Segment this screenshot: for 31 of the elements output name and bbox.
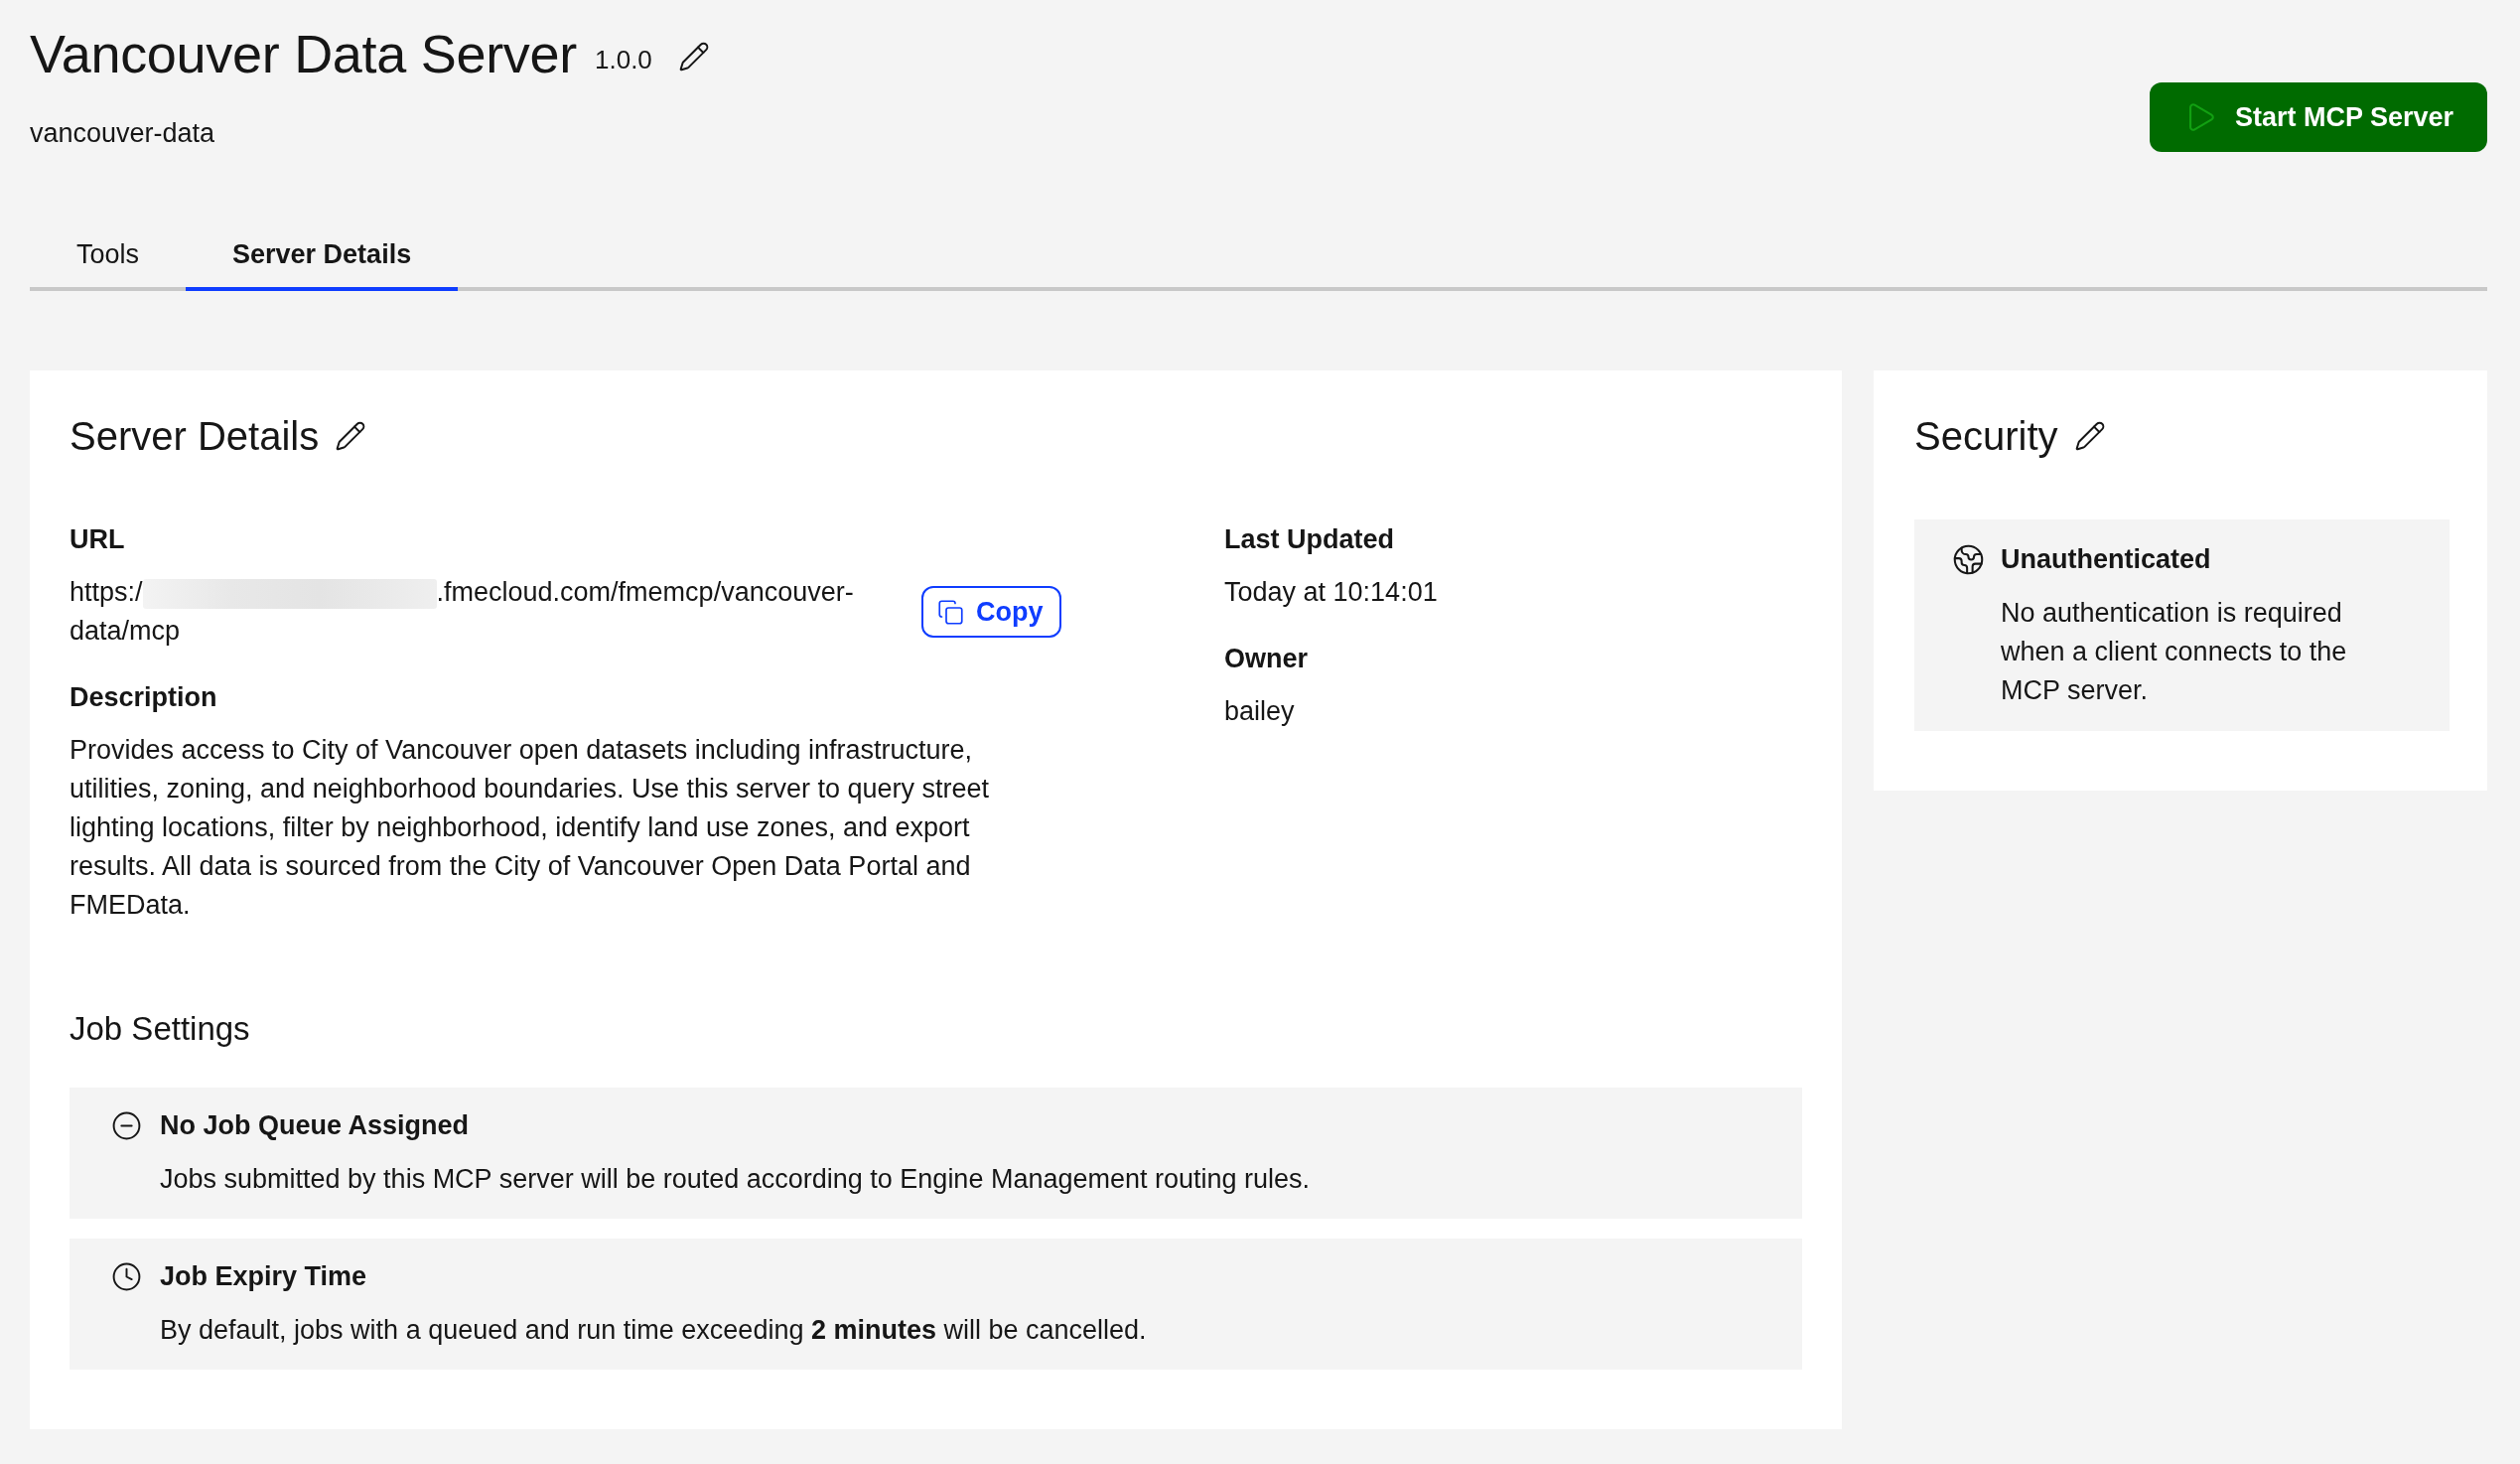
pencil-icon[interactable] <box>677 41 710 73</box>
field-value: Today at 10:14:01 <box>1224 576 1438 609</box>
security-mode-description: No authentication is required when a client connects to the MCP server. <box>2001 597 2348 707</box>
copy-button[interactable]: Copy <box>921 586 1061 638</box>
server-slug: vancouver-data <box>30 117 216 149</box>
setting-title: Job Expiry Time <box>160 1260 368 1293</box>
field-label: Description <box>70 681 217 714</box>
field-label: Owner <box>1224 643 1309 675</box>
clock-icon <box>111 1260 142 1292</box>
card-title: Security <box>1914 413 2058 460</box>
security-mode-title: Unauthenticated <box>2001 543 2212 576</box>
pencil-icon[interactable] <box>2073 420 2106 452</box>
card-title: Server Details <box>70 413 320 460</box>
setting-title: No Job Queue Assigned <box>160 1109 471 1142</box>
minus-circle-icon <box>111 1109 142 1141</box>
field-label: URL <box>70 523 125 556</box>
tab[interactable]: Tools <box>30 221 187 291</box>
start-server-button[interactable]: Start MCP Server <box>2149 82 2487 152</box>
setting-description: By default, jobs with a queued and run time exceeding 2 minutes will be cancelled. <box>160 1314 1148 1347</box>
description-text: Provides access to City of Vancouver open datasets including infrastructure, utilities, zoning, and neighborhood boundaries. Use this server to query street lighting locations, filter by neighborhood, identify land use zones, and export results. All data is sourced from the City of Vancouver Open Data Portal and FMEData. <box>70 734 991 922</box>
url-text: https:/ .fmecloud.com/fmemcp/vancouver-data/mcp <box>70 576 855 648</box>
field-value: bailey <box>1224 695 1295 728</box>
section-title: Job Settings <box>70 1009 251 1049</box>
globe-icon <box>1952 542 1985 576</box>
page-title: Vancouver Data Server <box>30 23 577 85</box>
version-label: 1.0.0 <box>595 45 652 74</box>
setting-description: Jobs submitted by this MCP server will be routed according to Engine Management routing rules. <box>160 1163 1312 1196</box>
copy-icon <box>937 598 964 626</box>
field-label: Last Updated <box>1224 523 1395 556</box>
pencil-icon[interactable] <box>335 420 367 452</box>
tab[interactable]: Server Details <box>186 221 459 291</box>
